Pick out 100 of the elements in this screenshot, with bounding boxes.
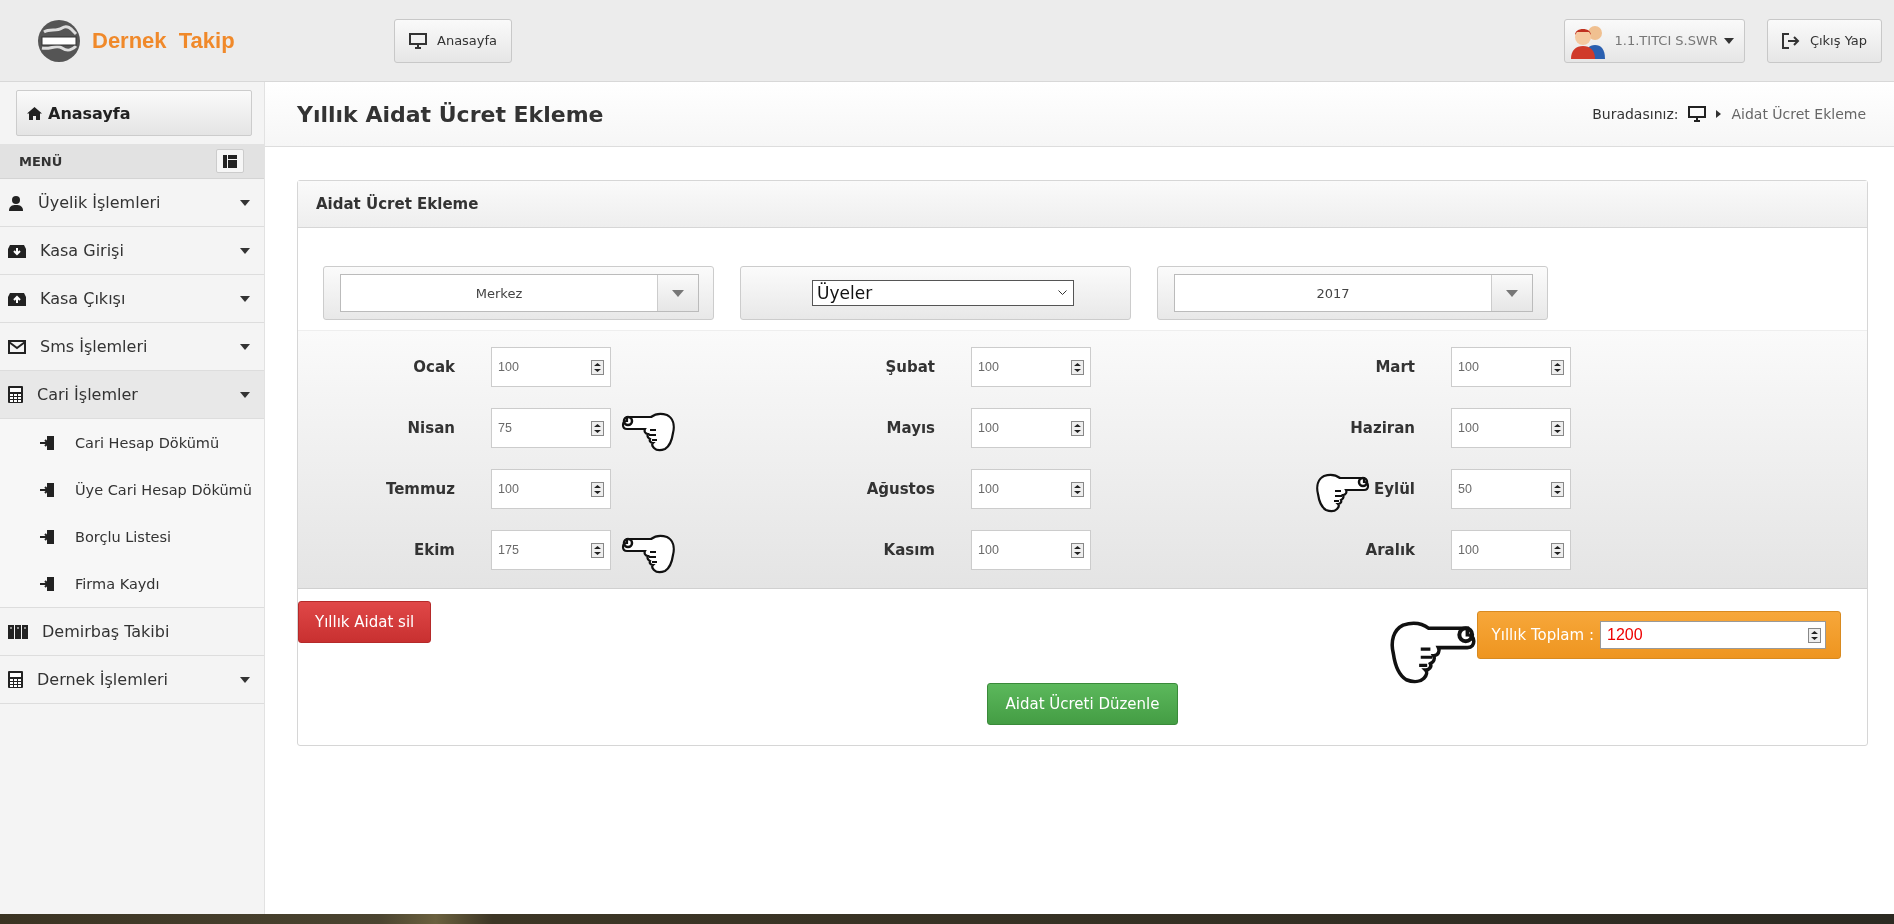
home-icon: [27, 106, 42, 120]
amount-field[interactable]: 100: [971, 530, 1091, 570]
caret-icon: [240, 343, 250, 350]
logo-text: Dernek Takip: [92, 27, 235, 54]
sidebar-menu-item[interactable]: Demirbaş Takibi: [0, 608, 264, 656]
total-label: Yıllık Toplam :: [1491, 626, 1594, 644]
total-field[interactable]: 1200: [1600, 621, 1826, 649]
amount-field[interactable]: 100: [1451, 347, 1571, 387]
month-label: Ağustos: [866, 480, 935, 498]
sidebar-menu-item[interactable]: Dernek İşlemleri: [0, 656, 264, 704]
logout-icon: [1781, 32, 1800, 49]
spinner-icon[interactable]: [1551, 420, 1564, 436]
sign-in-icon: [40, 434, 55, 451]
calculator-icon: [8, 386, 23, 403]
sidebar-menu-item[interactable]: Üyelik İşlemleri: [0, 179, 264, 227]
combo-select[interactable]: Merkez: [340, 274, 699, 312]
sign-in-icon: [40, 575, 55, 592]
envelope-icon: [8, 339, 26, 354]
spinner-icon[interactable]: [1071, 359, 1084, 375]
spinner-icon[interactable]: [1551, 481, 1564, 497]
sidebar-submenu-item[interactable]: Üye Cari Hesap Dökümü: [0, 466, 264, 513]
spinner-icon[interactable]: [1071, 542, 1084, 558]
month-label: Mayıs: [886, 419, 935, 437]
amount-field[interactable]: 100: [491, 347, 611, 387]
amount-input[interactable]: 175: [498, 531, 591, 569]
spinner-icon[interactable]: [591, 420, 604, 436]
amount-input[interactable]: 100: [498, 470, 591, 508]
sidebar-menu-item[interactable]: Cari İşlemler: [0, 371, 264, 419]
caret-icon: [240, 199, 250, 206]
month-label: Ekim: [414, 541, 455, 559]
sidebar-submenu-item[interactable]: Borçlu Listesi: [0, 513, 264, 560]
amount-input[interactable]: 100: [1458, 531, 1551, 569]
month-label: Aralık: [1365, 541, 1415, 559]
spinner-icon[interactable]: [591, 359, 604, 375]
amount-input[interactable]: 100: [978, 409, 1071, 447]
menu-title: MENÜ: [19, 153, 63, 169]
spinner-icon[interactable]: [591, 481, 604, 497]
spinner-icon[interactable]: [1071, 481, 1084, 497]
amount-input[interactable]: 50: [1458, 470, 1551, 508]
month-label: Haziran: [1350, 419, 1415, 437]
dropdown-select[interactable]: Üyeler: [812, 280, 1074, 306]
month-label: Şubat: [885, 358, 935, 376]
monitor-icon: [409, 32, 427, 49]
sign-in-icon: [40, 481, 55, 498]
user-icon: [8, 194, 24, 211]
amount-field[interactable]: 100: [491, 469, 611, 509]
amount-field[interactable]: 175: [491, 530, 611, 570]
sidebar-menu-item[interactable]: Kasa Çıkışı: [0, 275, 264, 323]
amount-input[interactable]: 75: [498, 409, 591, 447]
month-label: Kasım: [883, 541, 935, 559]
amount-field[interactable]: 50: [1451, 469, 1571, 509]
inbox-download-icon: [8, 242, 26, 259]
spinner-icon[interactable]: [1808, 627, 1821, 643]
amount-field[interactable]: 100: [1451, 408, 1571, 448]
breadcrumb-label: Buradasınız:: [1592, 106, 1679, 122]
logout-button[interactable]: Çıkış Yap: [1766, 18, 1882, 63]
globe-logo-icon: [36, 17, 82, 64]
inbox-upload-icon: [8, 290, 26, 307]
total-input[interactable]: 1200: [1605, 625, 1808, 645]
delete-button[interactable]: Yıllık Aidat sil: [298, 601, 432, 643]
page-title: Yıllık Aidat Ücret Ekleme: [297, 101, 605, 127]
combo-select[interactable]: 2017: [1174, 274, 1533, 312]
month-label: Ocak: [413, 358, 455, 376]
caret-right-icon: [1716, 110, 1722, 118]
breadcrumb-link[interactable]: Aidat Ücret Ekleme: [1731, 106, 1866, 122]
amount-input[interactable]: 100: [978, 348, 1071, 386]
monitor-icon: [1688, 106, 1707, 122]
layout-toggle-button[interactable]: [216, 149, 244, 173]
caret-icon: [240, 391, 250, 398]
spinner-icon[interactable]: [1551, 359, 1564, 375]
panel-title: Aidat Ücret Ekleme: [298, 181, 1867, 228]
month-label: Mart: [1375, 358, 1415, 376]
amount-field[interactable]: 100: [971, 408, 1091, 448]
sign-in-icon: [40, 528, 55, 545]
month-label: Temmuz: [385, 480, 455, 498]
home-button[interactable]: Anasayfa: [394, 18, 513, 63]
sidebar-submenu-item[interactable]: Firma Kaydı: [0, 560, 264, 607]
amount-input[interactable]: 100: [1458, 348, 1551, 386]
amount-field[interactable]: 100: [1451, 530, 1571, 570]
sidebar-submenu-item[interactable]: Cari Hesap Dökümü: [0, 419, 264, 466]
amount-input[interactable]: 100: [978, 531, 1071, 569]
spinner-icon[interactable]: [591, 542, 604, 558]
amount-input[interactable]: 100: [1458, 409, 1551, 447]
amount-field[interactable]: 100: [971, 469, 1091, 509]
user-menu-button[interactable]: 1.1.TITCI S.SWR: [1563, 18, 1745, 63]
month-label: Nisan: [407, 419, 455, 437]
amount-input[interactable]: 100: [498, 348, 591, 386]
layout-icon: [223, 154, 237, 168]
caret-icon: [1723, 37, 1734, 44]
sidebar-menu-item[interactable]: Kasa Girişi: [0, 227, 264, 275]
amount-field[interactable]: 100: [971, 347, 1091, 387]
binders-icon: [8, 624, 28, 639]
amount-input[interactable]: 100: [978, 470, 1071, 508]
spinner-icon[interactable]: [1071, 420, 1084, 436]
calculator-icon: [8, 671, 23, 688]
sidebar-home-button[interactable]: Anasayfa: [16, 90, 252, 136]
spinner-icon[interactable]: [1551, 542, 1564, 558]
dropdown-arrow-icon: [672, 289, 684, 297]
dropdown-arrow-icon: [1506, 289, 1518, 297]
amount-field[interactable]: 75: [491, 408, 611, 448]
